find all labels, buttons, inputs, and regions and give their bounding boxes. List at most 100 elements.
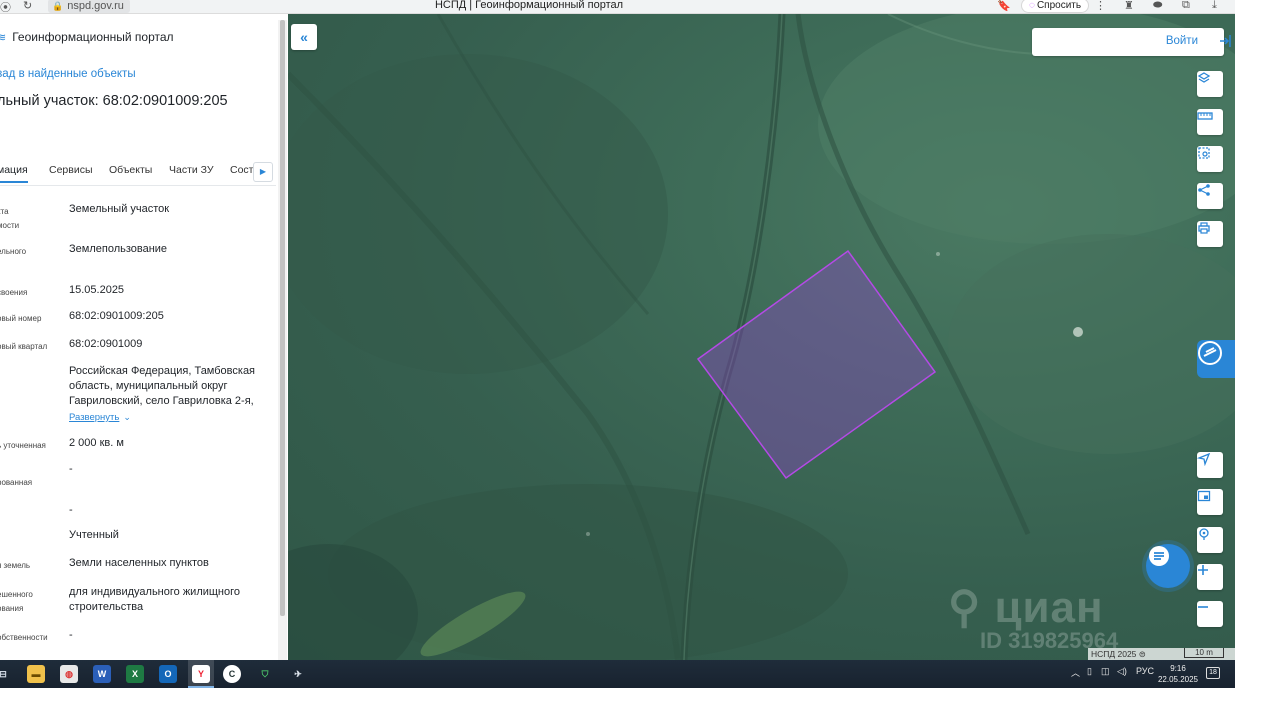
tray-clock[interactable]: 9:16 22.05.2025: [1157, 663, 1199, 685]
clock-time: 9:16: [1170, 664, 1186, 673]
attr-value: Земельный участок: [69, 203, 170, 215]
download-icon[interactable]: ⤓: [1212, 0, 1217, 12]
feedback-icon: [1198, 341, 1222, 365]
yandex-browser-icon[interactable]: Y: [192, 665, 210, 683]
tab-objects[interactable]: Объекты: [109, 164, 152, 176]
watermark-logo: ⚲ циан: [948, 582, 1104, 633]
map-view[interactable]: « Войти ⚲ циан ID 319825964 НСПД 2025 ⊜ …: [288, 14, 1235, 660]
panel-scrollbar-thumb[interactable]: [280, 20, 285, 616]
attr-value: Земли населенных пунктов: [69, 557, 209, 569]
layers-icon: [1197, 72, 1211, 83]
menu-icon[interactable]: ⋮: [1095, 0, 1106, 12]
zoom-in-button[interactable]: [1197, 564, 1223, 590]
help-tab-button[interactable]: [1197, 340, 1235, 378]
attr-label: ешенного ования: [0, 590, 33, 613]
object-info-panel: ≋ Геоинформационный портал зад в найденны…: [0, 14, 288, 660]
back-to-results-link[interactable]: зад в найденные объекты: [0, 68, 136, 80]
print-button[interactable]: [1197, 221, 1223, 247]
attr-value: -: [69, 504, 73, 516]
ruler-icon: [1197, 112, 1213, 120]
attr-value: Землепользование: [69, 243, 168, 255]
attr-value: Учтенный: [69, 529, 119, 541]
os-taskbar: ⊟ ▬ ◍ W X O Y C ⛉ ✈ ︿ ▯ ◫ ◁) РУС 9:16 22…: [0, 660, 1235, 688]
attr-value: 68:02:0901009:205: [69, 310, 164, 322]
plus-icon: [1198, 565, 1208, 575]
layers-button[interactable]: [1197, 71, 1223, 97]
tray-chevron-icon[interactable]: ︿: [1071, 666, 1080, 679]
portal-brand[interactable]: ≋ Геоинформационный портал: [0, 30, 174, 44]
app-misc-icon[interactable]: ✈: [289, 665, 307, 683]
tab-services[interactable]: Сервисы: [49, 164, 93, 176]
ask-button[interactable]: ◌ Спросить: [1021, 0, 1090, 13]
app-c-icon[interactable]: C: [223, 665, 241, 683]
tabs-divider: [0, 185, 276, 186]
attr-value: -: [69, 463, 73, 475]
browser-app-icon[interactable]: ◍: [60, 665, 78, 683]
location-search-icon: [1199, 528, 1209, 540]
satellite-imagery: [288, 14, 1235, 660]
browser-bar: ⦿ ↻ 🔒 nspd.gov.ru НСПД | Геоинформационны…: [0, 0, 1235, 14]
attribution-text: НСПД 2025: [1091, 649, 1137, 659]
tray-battery-icon[interactable]: ▯: [1087, 666, 1092, 677]
chevron-right-icon: ▶: [259, 167, 267, 176]
geolocate-button[interactable]: [1197, 452, 1223, 478]
ruler-button[interactable]: [1197, 109, 1223, 135]
portal-brand-label: Геоинформационный портал: [12, 30, 174, 44]
page-title: НСПД | Геоинформационный портал: [434, 0, 624, 11]
bookmark-icon[interactable]: 🔖: [997, 0, 1011, 12]
tray-volume-icon[interactable]: ◁): [1117, 666, 1127, 677]
chat-icon: [1149, 546, 1169, 566]
area-select-icon: [1198, 147, 1210, 159]
portal-logo-icon: ≋: [0, 32, 7, 44]
attr-label: ельного: [0, 247, 27, 256]
share-icon: [1198, 184, 1210, 196]
tabs-scroll-right-button[interactable]: ▶: [253, 162, 273, 182]
login-label: Войти: [1165, 35, 1198, 47]
ask-icon: ◌: [1029, 0, 1035, 11]
area-select-button[interactable]: [1197, 146, 1223, 172]
attr-label: овый номер: [0, 314, 42, 323]
collections-icon[interactable]: ⧉: [1182, 0, 1190, 12]
login-button[interactable]: Войти: [1032, 28, 1231, 56]
info-tabs: мация Сервисы Объекты Части ЗУ Соста: [0, 164, 282, 186]
excel-icon[interactable]: X: [126, 665, 144, 683]
tab-information[interactable]: мация: [0, 164, 28, 183]
screen: ⦿ ↻ 🔒 nspd.gov.ru НСПД | Геоинформационны…: [0, 0, 1235, 688]
attr-label: я земель: [0, 561, 31, 570]
chevron-down-icon: ⌄: [123, 412, 131, 422]
outlook-icon[interactable]: O: [159, 665, 177, 683]
parcel-title: льный участок: 68:02:0901009:205: [0, 93, 228, 109]
land-parcel-polygon[interactable]: [696, 249, 937, 480]
attr-value: -: [69, 629, 73, 641]
chat-button[interactable]: [1146, 544, 1190, 588]
watermark-symbol: ⚲: [948, 583, 995, 632]
search-location-button[interactable]: [1197, 527, 1223, 553]
share-button[interactable]: [1197, 183, 1223, 209]
collapse-panel-button[interactable]: «: [291, 24, 317, 50]
minimap-button[interactable]: [1197, 489, 1223, 515]
minus-icon: [1198, 606, 1208, 608]
zoom-out-button[interactable]: [1197, 601, 1223, 627]
scale-bar: 10 m: [1184, 648, 1224, 658]
tray-language[interactable]: РУС: [1136, 666, 1154, 676]
extension-icon[interactable]: ♜: [1124, 0, 1134, 12]
attr-value: 15.05.2025: [69, 284, 125, 296]
security-shield-icon[interactable]: ⛉: [256, 665, 274, 683]
tab-parts[interactable]: Части ЗУ: [169, 164, 214, 176]
attr-label: ь уточненная: [0, 441, 46, 450]
address-value: Российская Федерация, Тамбовская область…: [69, 365, 256, 407]
expand-label: Развернуть: [69, 412, 120, 423]
attr-value: для индивидуального жилищного строительс…: [69, 586, 241, 613]
print-icon: [1198, 222, 1210, 234]
task-view-icon[interactable]: ⊟: [0, 665, 12, 683]
shield-icon[interactable]: ⬬: [1153, 0, 1162, 12]
expand-address-link[interactable]: Развернуть ⌄: [69, 412, 131, 423]
watermark-text: циан: [994, 583, 1104, 632]
tray-network-icon[interactable]: ◫: [1101, 666, 1110, 677]
copyright-icon: ⊜: [1138, 649, 1146, 659]
minimap-icon: [1197, 490, 1211, 502]
file-explorer-icon[interactable]: ▬: [27, 665, 45, 683]
word-icon[interactable]: W: [93, 665, 111, 683]
notifications-badge[interactable]: 18: [1206, 667, 1220, 679]
attr-label: обственности: [0, 633, 48, 642]
